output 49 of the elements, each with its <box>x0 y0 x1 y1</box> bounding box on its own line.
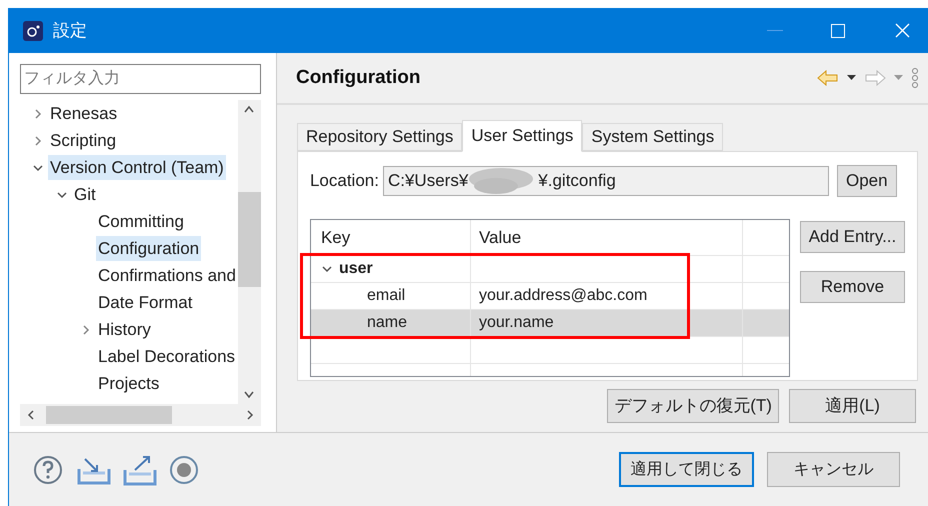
close-icon[interactable] <box>895 23 910 38</box>
location-label: Location: <box>310 170 379 192</box>
scroll-left-icon[interactable] <box>26 409 36 421</box>
column-header[interactable]: Value <box>470 220 743 255</box>
button[interactable]: キャンセル <box>767 452 900 487</box>
app-logo-icon <box>23 20 43 40</box>
button[interactable]: Remove <box>800 271 905 303</box>
tree-item[interactable]: History <box>96 316 153 342</box>
tab[interactable]: System Settings <box>582 123 724 151</box>
column-header[interactable]: Key <box>310 220 471 255</box>
export-icon[interactable] <box>123 454 157 486</box>
table-cell[interactable]: your.address@abc.com <box>478 284 648 308</box>
table-cell[interactable]: name <box>366 311 407 335</box>
window-title: 設定 <box>53 20 87 42</box>
button[interactable]: 適用して閉じる <box>619 452 754 487</box>
tree-item[interactable]: Configuration <box>96 236 202 262</box>
tree-item[interactable]: Scripting <box>48 128 118 154</box>
page-title: Configuration <box>296 66 420 90</box>
scroll-right-icon[interactable] <box>244 409 255 421</box>
scroll-down-icon[interactable] <box>243 390 256 400</box>
tab[interactable]: User Settings <box>462 120 582 152</box>
location-field[interactable]: C:¥Users¥ ¥.gitconfig <box>382 166 829 196</box>
table-cell[interactable]: user <box>338 257 373 281</box>
button[interactable]: デフォルトの復元(T) <box>607 389 779 423</box>
table-cell[interactable]: your.name <box>478 311 554 335</box>
tree-item[interactable]: Version Control (Team) <box>48 154 226 180</box>
table-cell[interactable]: email <box>366 284 406 308</box>
dropdown-caret-icon[interactable] <box>846 75 856 81</box>
button[interactable]: 適用(L) <box>788 389 916 423</box>
tree-item[interactable]: Renesas <box>48 100 120 126</box>
tree-item[interactable]: Label Decorations <box>96 344 238 370</box>
help-icon[interactable] <box>33 454 63 484</box>
back-arrow-icon[interactable] <box>816 70 839 86</box>
tree-item[interactable]: Committing <box>96 208 186 234</box>
vertical-scrollbar[interactable] <box>238 100 261 404</box>
horizontal-scrollbar[interactable] <box>20 404 261 426</box>
filter-field[interactable]: フィルタ入力 <box>20 64 261 94</box>
tree-item[interactable]: Date Format <box>96 290 194 316</box>
button[interactable]: Add Entry... <box>800 221 905 253</box>
tab[interactable]: Repository Settings <box>296 123 462 151</box>
more-options-icon[interactable] <box>910 67 919 89</box>
tree-item[interactable]: Confirmations and <box>96 262 238 288</box>
scroll-up-icon[interactable] <box>243 104 256 114</box>
button[interactable]: Open <box>836 165 897 197</box>
maximize-icon[interactable] <box>831 24 845 38</box>
tree-item[interactable]: Git <box>72 182 98 208</box>
redaction-blob <box>468 167 534 195</box>
tree-item[interactable]: Projects <box>96 370 162 396</box>
record-icon[interactable] <box>169 454 199 484</box>
